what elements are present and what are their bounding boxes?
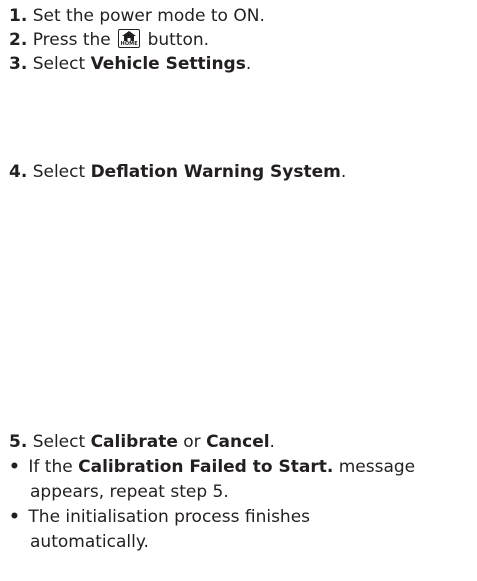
bullet-text-end: message — [338, 457, 416, 477]
step-option-cancel: Cancel — [206, 432, 270, 452]
step-text-end: button. — [147, 30, 210, 50]
step-text: Press the — [32, 30, 111, 50]
step-3: 3. Select Vehicle Settings. — [9, 52, 251, 76]
bullet-continuation: appears, repeat step 5. — [30, 482, 229, 502]
step-text-or: or — [183, 432, 201, 452]
step-2: 2. Press the HOME button. — [9, 28, 209, 52]
step-option: Vehicle Settings — [90, 54, 246, 74]
step-period: . — [340, 162, 347, 182]
home-icon: HOME — [118, 29, 141, 48]
step-option-calibrate: Calibrate — [90, 432, 178, 452]
step-number: 3. — [9, 54, 28, 74]
step-option: Deflation Warning System — [90, 162, 341, 182]
step-period: . — [245, 54, 252, 74]
step-1: 1. Set the power mode to ON. — [9, 4, 265, 28]
home-icon-label: HOME — [120, 41, 138, 47]
step-number: 2. — [9, 30, 28, 50]
house-glyph — [122, 31, 137, 41]
bullet-symbol: • — [9, 507, 20, 527]
bullet-continuation: automatically. — [30, 532, 149, 552]
bullet-symbol: • — [9, 457, 20, 477]
step-number: 4. — [9, 162, 28, 182]
step-text: Select — [32, 54, 86, 74]
step-text: Select — [32, 162, 86, 182]
step-4: 4. Select Deflation Warning System. — [9, 160, 346, 184]
step-5: 5. Select Calibrate or Cancel. — [9, 430, 275, 454]
step-number: 1. — [9, 6, 28, 26]
step-number: 5. — [9, 432, 28, 452]
step-period: . — [269, 432, 275, 452]
bullet-text: The initialisation process finishes — [28, 507, 311, 527]
bullet-initialisation: • The initialisation process finishes — [9, 505, 310, 529]
step-text: Set the power mode to ON. — [32, 6, 265, 26]
bullet-calibration-failed: • If the Calibration Failed to Start. me… — [9, 455, 415, 479]
bullet-message: Calibration Failed to Start. — [78, 457, 334, 477]
step-text: Select — [32, 432, 86, 452]
bullet-text: If the — [28, 457, 73, 477]
